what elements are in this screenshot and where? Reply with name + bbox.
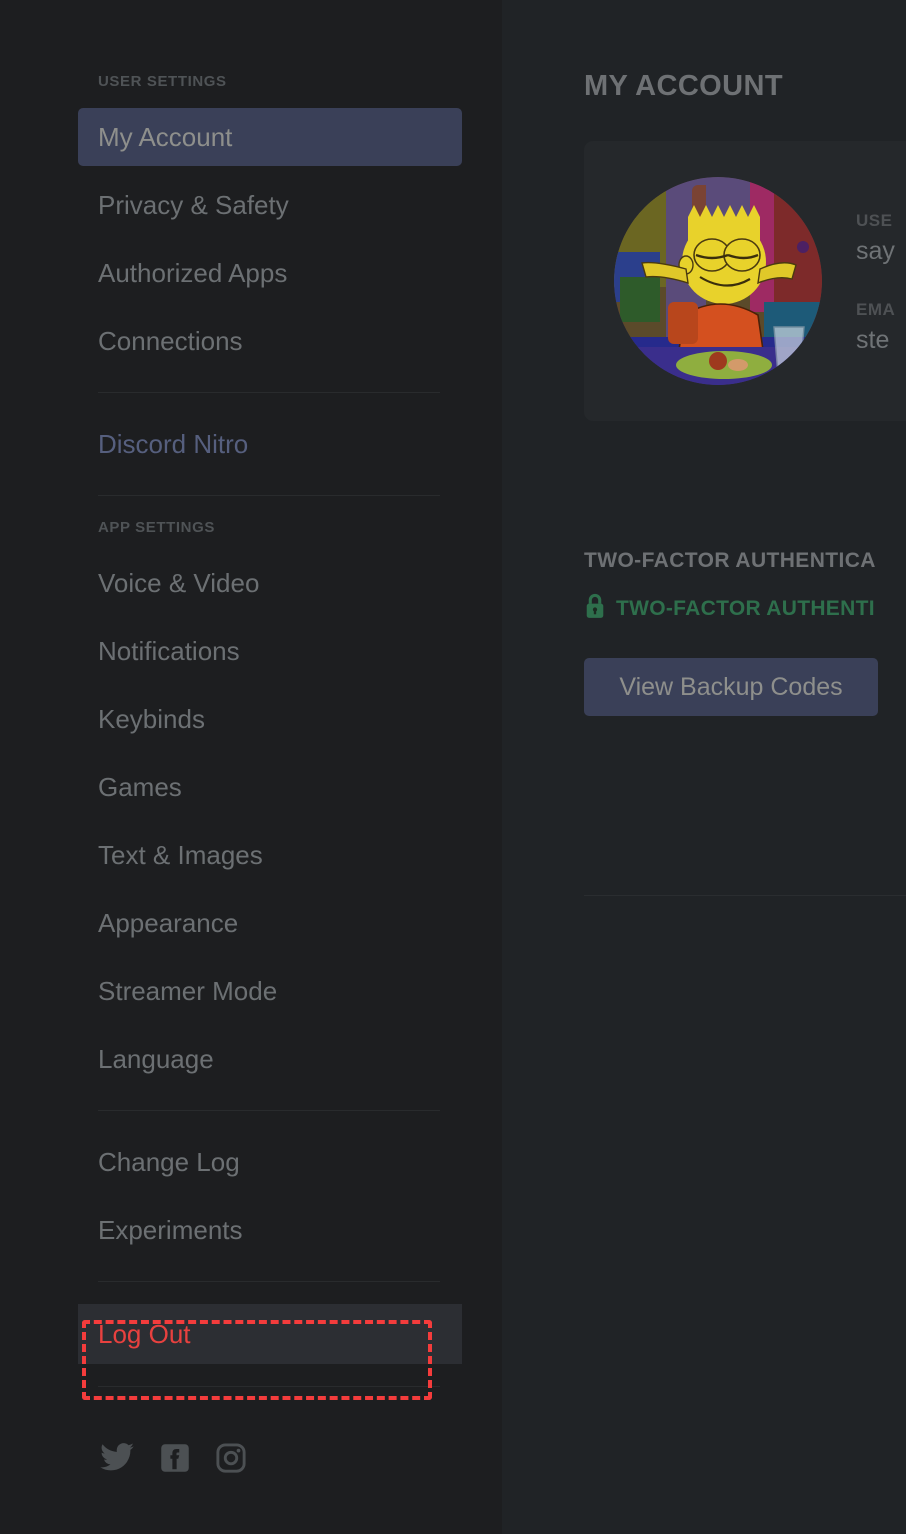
account-fields: USE say EMA ste (856, 207, 895, 355)
sidebar-divider-1 (98, 392, 440, 393)
sidebar-item-label: Discord Nitro (98, 429, 249, 459)
sidebar-divider-3 (98, 1110, 440, 1111)
email-field: EMA ste (856, 300, 895, 355)
sidebar-item-discord-nitro[interactable]: Discord Nitro (78, 415, 462, 473)
sidebar-item-streamer-mode[interactable]: Streamer Mode (78, 962, 462, 1020)
avatar[interactable] (614, 177, 822, 385)
sidebar-item-label: Experiments (98, 1215, 243, 1245)
user-settings-header: USER SETTINGS (98, 73, 227, 90)
sidebar-item-change-log[interactable]: Change Log (78, 1133, 462, 1191)
sidebar-item-appearance[interactable]: Appearance (78, 894, 462, 952)
discord-user-settings-window: USER SETTINGS My Account Privacy & Safet… (0, 0, 906, 1534)
sidebar-item-label: Log Out (98, 1319, 191, 1349)
sidebar-item-keybinds[interactable]: Keybinds (78, 690, 462, 748)
sidebar-item-label: Streamer Mode (98, 976, 278, 1006)
email-label: EMA (856, 300, 896, 319)
sidebar-item-label: Authorized Apps (98, 258, 288, 288)
sidebar-item-label: Change Log (98, 1147, 240, 1177)
sidebar-item-voice-video[interactable]: Voice & Video (78, 554, 462, 612)
sidebar-item-language[interactable]: Language (78, 1030, 462, 1088)
settings-sidebar: USER SETTINGS My Account Privacy & Safet… (0, 0, 502, 1534)
two-factor-section-title: TWO-FACTOR AUTHENTICA (584, 549, 876, 572)
two-factor-status: TWO-FACTOR AUTHENTI (584, 593, 906, 624)
sidebar-item-label: Appearance (98, 908, 239, 938)
sidebar-item-label: Connections (98, 326, 243, 356)
username-field: USE say (856, 211, 895, 266)
social-links (0, 1409, 502, 1473)
two-factor-status-label: TWO-FACTOR AUTHENTI (616, 596, 875, 620)
facebook-icon[interactable] (160, 1443, 190, 1473)
sidebar-item-label: Keybinds (98, 704, 205, 734)
lock-icon (584, 593, 606, 624)
sidebar-item-log-out[interactable]: Log Out (78, 1304, 462, 1364)
username-value: say (856, 237, 895, 265)
sidebar-item-label: Text & Images (98, 840, 263, 870)
instagram-icon[interactable] (216, 1443, 246, 1473)
logout-row-wrapper: Log Out (0, 1304, 502, 1364)
sidebar-item-connections[interactable]: Connections (78, 312, 462, 370)
sidebar-divider-5 (98, 1386, 440, 1387)
sidebar-item-label: Notifications (98, 636, 240, 666)
sidebar-item-label: Language (98, 1044, 214, 1074)
twitter-icon[interactable] (100, 1443, 134, 1473)
sidebar-item-authorized-apps[interactable]: Authorized Apps (78, 244, 462, 302)
sidebar-divider-2 (98, 495, 440, 496)
sidebar-item-privacy-safety[interactable]: Privacy & Safety (78, 176, 462, 234)
email-value: ste (856, 326, 890, 354)
main-section-divider (584, 895, 906, 896)
sidebar-item-label: Privacy & Safety (98, 190, 289, 220)
sidebar-item-label: My Account (98, 122, 233, 152)
username-label: USE (856, 211, 893, 230)
sidebar-item-label: Voice & Video (98, 568, 260, 598)
sidebar-item-text-images[interactable]: Text & Images (78, 826, 462, 884)
view-backup-codes-button[interactable]: View Backup Codes (584, 658, 878, 716)
sidebar-item-games[interactable]: Games (78, 758, 462, 816)
sidebar-item-my-account[interactable]: My Account (78, 108, 462, 166)
account-card: USE say EMA ste (584, 141, 906, 421)
settings-main-panel: MY ACCOUNT USE say EMA ste TWO-FACTOR AU… (502, 0, 906, 1534)
sidebar-item-label: Games (98, 772, 182, 802)
sidebar-item-experiments[interactable]: Experiments (78, 1201, 462, 1259)
page-title: MY ACCOUNT (584, 70, 783, 102)
app-settings-header: APP SETTINGS (98, 519, 215, 536)
sidebar-item-notifications[interactable]: Notifications (78, 622, 462, 680)
sidebar-divider-4 (98, 1281, 440, 1282)
